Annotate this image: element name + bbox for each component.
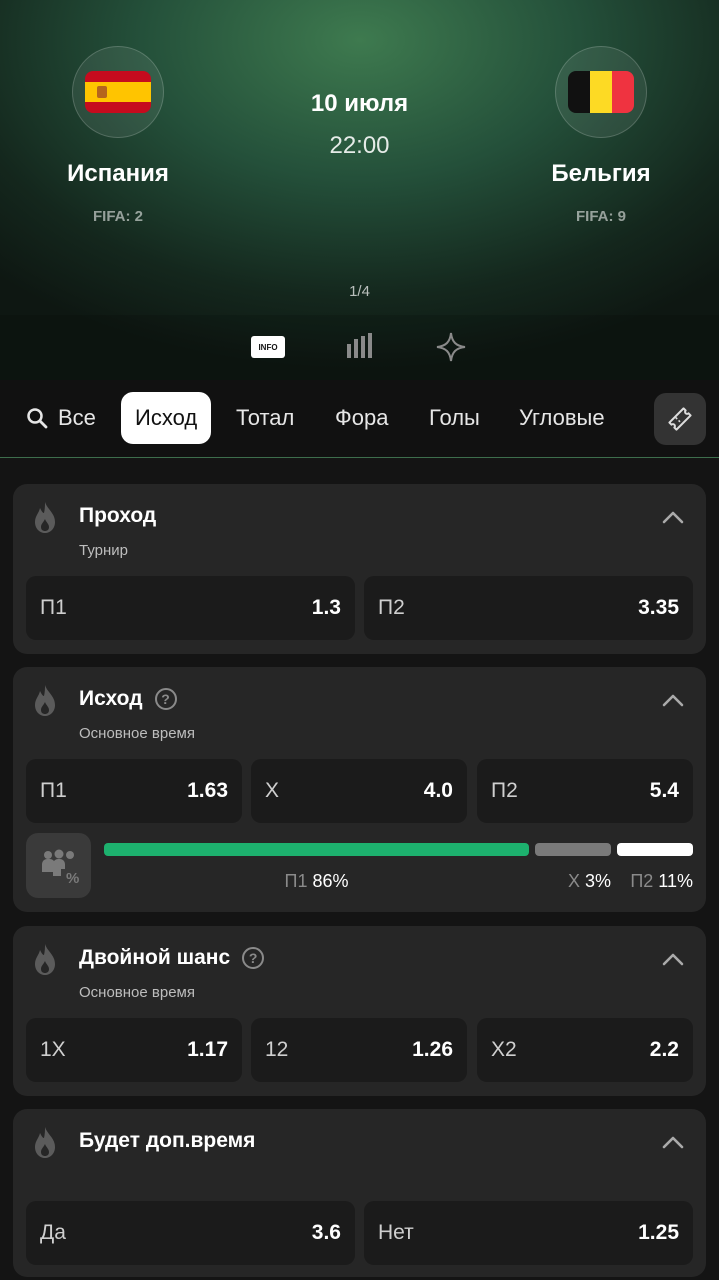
distribution-bar-2 (535, 843, 611, 856)
home-team-name: Испания (67, 160, 169, 187)
odd-button[interactable]: Х 4.0 (251, 759, 467, 823)
away-fifa-rank: FIFA: 9 (575, 208, 626, 225)
market-card-extra-time: Будет доп.время Да 3.6 Нет 1.25 (13, 1109, 706, 1277)
tab-handicap-label: Фора (335, 405, 389, 430)
market-title-text: Двойной шанс (79, 946, 231, 969)
odd-label: Х (265, 779, 280, 802)
distribution-bar-1 (104, 843, 529, 856)
odd-label: 1Х (40, 1038, 66, 1061)
tab-goals[interactable]: Голы (429, 392, 480, 444)
tab-all-label: Все (58, 405, 96, 430)
odd-button[interactable]: Х2 2.2 (477, 1018, 693, 1082)
odd-value: 1.26 (412, 1038, 453, 1061)
svg-text:%: % (66, 870, 79, 886)
market-subtitle: Турнир (79, 542, 128, 559)
search-icon (27, 408, 48, 429)
bet-slip-button[interactable] (654, 393, 706, 445)
market-title-text: Исход (79, 687, 143, 710)
odd-value: 2.2 (649, 1038, 679, 1061)
help-icon[interactable]: ? (154, 688, 177, 710)
tab-all[interactable]: Все (26, 392, 96, 444)
home-fifa-rank: FIFA: 2 (92, 208, 143, 225)
help-icon[interactable]: ? (242, 947, 265, 969)
odd-button[interactable]: П1 1.3 (26, 576, 355, 640)
odd-button[interactable]: П1 1.63 (26, 759, 242, 823)
tab-outcome-label: Исход (135, 405, 198, 430)
tab-handicap[interactable]: Фора (335, 392, 388, 444)
tab-corners[interactable]: Угловые (519, 392, 605, 444)
market-subtitle: Основное время (79, 725, 195, 742)
odd-button[interactable]: Нет 1.25 (364, 1201, 693, 1265)
odd-value: 3.35 (638, 596, 679, 619)
odd-button[interactable]: 1Х 1.17 (26, 1018, 242, 1082)
chevron-up-icon[interactable] (662, 693, 684, 707)
distribution-label-1: П1 86% (284, 871, 349, 891)
odd-label: Нет (378, 1221, 414, 1244)
belgium-flag-icon (568, 71, 634, 113)
tab-outcome[interactable]: Исход (121, 392, 212, 444)
market-title: Будет доп.время (79, 1129, 255, 1153)
odd-value: 1.17 (187, 1038, 228, 1061)
fire-icon (35, 1127, 55, 1158)
odd-button[interactable]: П2 3.35 (364, 576, 693, 640)
market-card-qualify: Проход Турнир П1 1.3 П2 3.35 (13, 484, 706, 654)
odd-label: 12 (265, 1038, 289, 1061)
odd-label: Да (40, 1221, 66, 1244)
odd-label: П2 (491, 779, 518, 802)
chevron-up-icon[interactable] (662, 1135, 684, 1149)
odd-value: 5.4 (649, 779, 679, 802)
odd-value: 4.0 (423, 779, 453, 802)
odd-value: 3.6 (311, 1221, 341, 1244)
distribution-bar-3 (617, 843, 693, 856)
tab-total-label: Тотал (236, 405, 295, 430)
odd-label: П2 (378, 596, 405, 619)
market-tabs: Все Исход Тотал Фора Голы Угловые (0, 380, 719, 458)
odd-label: П1 (40, 596, 67, 619)
chevron-up-icon[interactable] (662, 510, 684, 524)
market-title: Проход (79, 504, 156, 528)
match-header: Испания FIFA: 2 10 июля 22:00 Бельгия FI… (0, 0, 719, 380)
distribution-label-2: Х 3% (567, 871, 611, 891)
odd-value: 1.63 (187, 779, 228, 802)
info-icon[interactable]: INFO (251, 336, 285, 358)
odd-value: 1.25 (638, 1221, 679, 1244)
market-card-double-chance: Двойной шанс? Основное время 1Х 1.17 12 1.… (13, 926, 706, 1096)
market-title-text: Проход (79, 504, 157, 527)
header-view-switcher: INFO (0, 315, 719, 380)
tab-corners-label: Угловые (519, 405, 605, 430)
odd-value: 1.3 (311, 596, 341, 619)
away-flag-badge (555, 46, 647, 138)
away-team[interactable]: Бельгия FIFA: 9 (516, 46, 686, 225)
sparkle-icon[interactable] (436, 332, 466, 362)
odd-button[interactable]: Да 3.6 (26, 1201, 355, 1265)
fire-icon (35, 502, 55, 533)
distribution-label-3: П2 11% (630, 871, 693, 891)
market-title-text: Будет доп.время (79, 1129, 256, 1152)
odd-label: П1 (40, 779, 67, 802)
market-card-outcome: Исход? Основное время П1 1.63 Х 4.0 П2 5.4 … (13, 667, 706, 912)
fire-icon (35, 944, 55, 975)
users-percent-icon: % (41, 849, 79, 886)
odd-button[interactable]: П2 5.4 (477, 759, 693, 823)
tab-goals-label: Голы (429, 405, 480, 430)
tab-total[interactable]: Тотал (236, 392, 294, 444)
fire-icon (35, 685, 55, 716)
ticket-icon (668, 407, 692, 431)
slide-pager: 1/4 (349, 283, 370, 300)
odd-label: Х2 (491, 1038, 517, 1061)
bettors-percent-button[interactable]: % (26, 833, 91, 898)
market-title: Двойной шанс? (79, 946, 265, 970)
market-subtitle: Основное время (79, 984, 195, 1001)
chevron-up-icon[interactable] (662, 952, 684, 966)
away-team-name: Бельгия (551, 160, 651, 187)
stats-icon[interactable] (346, 332, 374, 360)
market-title: Исход? (79, 687, 177, 711)
odd-button[interactable]: 12 1.26 (251, 1018, 467, 1082)
